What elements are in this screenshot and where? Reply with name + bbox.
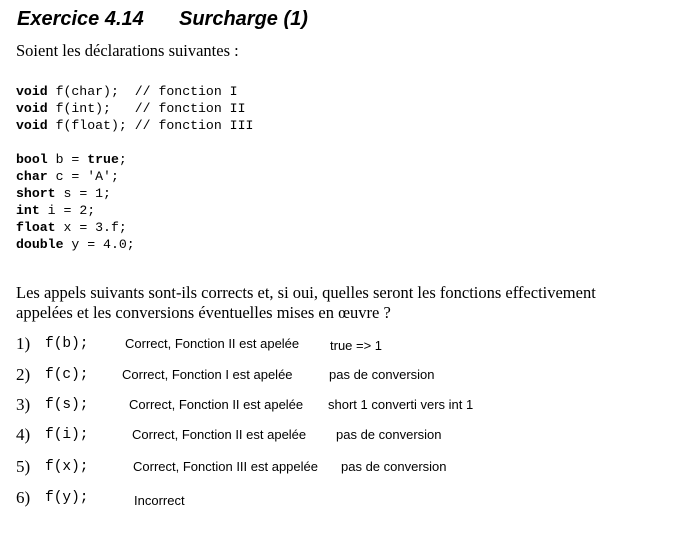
call-verdict: Correct, Fonction II est apelée (129, 397, 304, 412)
call-item: 2) f(c); Correct, Fonction I est apelée … (0, 364, 681, 386)
code-text: s = 1; (55, 186, 111, 201)
code-line: void f(char); // fonction I (16, 83, 253, 100)
function-declarations: void f(char); // fonction Ivoid f(int); … (16, 83, 253, 134)
code-text: f(float); // fonction III (47, 118, 254, 133)
call-number: 4) (16, 425, 31, 444)
code-keyword: double (16, 237, 64, 252)
code-text: f(char); // fonction I (47, 84, 238, 99)
code-keyword: float (16, 220, 56, 235)
code-keyword: bool (16, 152, 48, 167)
code-line: short s = 1; (16, 185, 135, 202)
code-text: f(int); // fonction II (47, 101, 246, 116)
question-text: Les appels suivants sont-ils corrects et… (16, 283, 676, 323)
code-line: int i = 2; (16, 202, 135, 219)
question-line: appelées et les conversions éventuelles … (16, 303, 391, 322)
code-line: void f(int); // fonction II (16, 100, 253, 117)
call-expression: f(c); (45, 367, 89, 383)
call-verdict: Incorrect (134, 493, 185, 508)
call-number: 1) (16, 334, 31, 353)
code-line: void f(float); // fonction III (16, 117, 253, 134)
variable-declarations: bool b = true; char c = 'A'; short s = 1; i… (16, 151, 135, 253)
call-expression: f(s); (45, 397, 89, 413)
code-line: float x = 3.f; (16, 219, 135, 236)
call-item: 3) f(s); Correct, Fonction II est apelée… (0, 394, 681, 416)
code-line: double y = 4.0; (16, 236, 135, 253)
code-line: char c = 'A'; (16, 168, 135, 185)
intro-text: Soient les déclarations suivantes : (16, 41, 239, 60)
call-detail: short 1 converti vers int 1 (328, 397, 474, 412)
exercise-name: Surcharge (1) (179, 8, 308, 30)
code-keyword: char (16, 169, 48, 184)
call-number: 6) (16, 488, 31, 507)
question-line: Les appels suivants sont-ils corrects et… (16, 283, 596, 302)
call-item: 1) f(b); Correct, Fonction II est apelée… (0, 333, 681, 355)
exercise-number: Exercice 4.14 (17, 8, 144, 30)
code-line: bool b = true; (16, 151, 135, 168)
call-verdict: Correct, Fonction II est apelée (125, 336, 300, 351)
call-item: 5) f(x); Correct, Fonction III est appel… (0, 456, 681, 478)
call-verdict: Correct, Fonction III est appelée (133, 459, 318, 474)
code-keyword: void (16, 101, 48, 116)
code-keyword: void (16, 118, 48, 133)
call-detail: true => 1 (330, 338, 383, 353)
code-keyword: true (87, 152, 119, 167)
call-verdict: Correct, Fonction I est apelée (122, 367, 293, 382)
code-keyword: short (16, 186, 56, 201)
call-expression: f(i); (45, 427, 89, 443)
code-text: x = 3.f; (55, 220, 127, 235)
code-text: i = 2; (39, 203, 96, 218)
call-expression: f(x); (45, 459, 89, 475)
call-detail: pas de conversion (329, 367, 435, 382)
call-expression: f(b); (45, 336, 89, 352)
call-item: 4) f(i); Correct, Fonction II est apelée… (0, 424, 681, 446)
call-item: 6) f(y); Incorrect (0, 487, 681, 509)
call-detail: pas de conversion (336, 427, 442, 442)
call-expression: f(y); (45, 490, 89, 506)
code-text: c = 'A'; (47, 169, 119, 184)
code-text: b = (47, 152, 88, 167)
code-text: ; (118, 152, 127, 167)
code-text: y = 4.0; (63, 237, 135, 252)
call-detail: pas de conversion (341, 459, 447, 474)
code-keyword: int (16, 203, 40, 218)
exercise-title: Exercice 4.14 Surcharge (1) (17, 7, 308, 31)
code-keyword: void (16, 84, 48, 99)
call-number: 2) (16, 365, 31, 384)
call-verdict: Correct, Fonction II est apelée (132, 427, 307, 442)
call-number: 5) (16, 457, 31, 476)
call-number: 3) (16, 395, 31, 414)
